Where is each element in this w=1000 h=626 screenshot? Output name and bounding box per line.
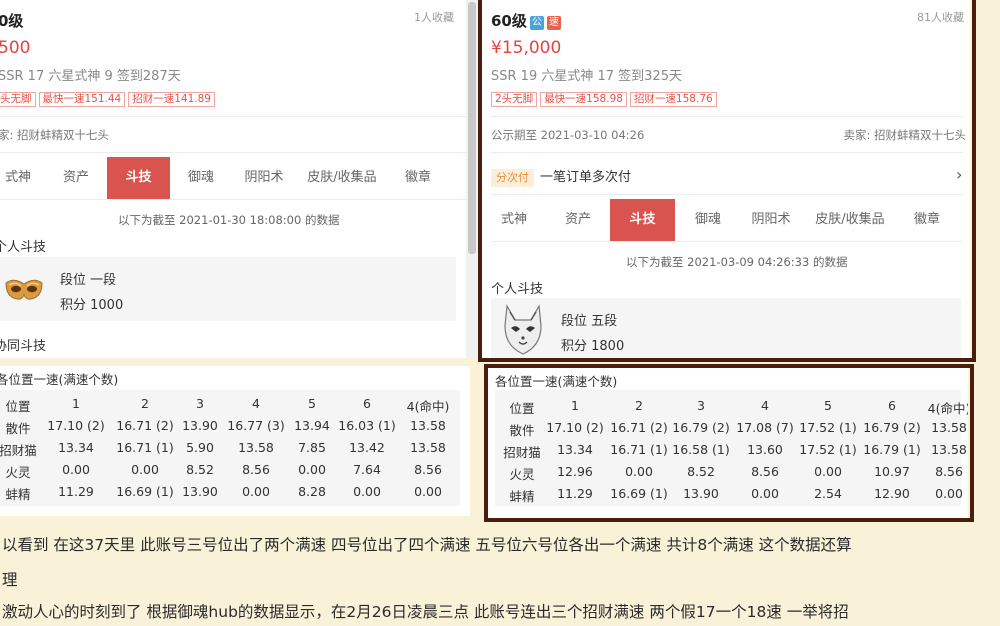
table-cell: 13.58	[410, 418, 446, 433]
speed-table-left: 各位置一速(满速个数) 位置 1 2 3 4 5 6 4(命中) 散件 17.10 (2) 16.7…	[0, 366, 470, 516]
tab-onmyodo[interactable]: 阴阳术	[233, 157, 295, 199]
highlight-frame	[484, 364, 974, 522]
team-pvp-heading: 协同斗技	[0, 339, 47, 354]
level-label: 0级	[0, 12, 24, 30]
data-timestamp: 以下为截至 2021-01-30 18:08:00 的数据	[118, 213, 340, 227]
article-line: 激动人心的时刻到了 根据御魂hub的数据显示，在2月26日凌晨三点 此账号连出三…	[2, 603, 849, 621]
scrollbar-thumb[interactable]	[468, 2, 476, 254]
tab-assets[interactable]: 资产	[48, 157, 104, 199]
listing-card-left[interactable]: 0级 1人收藏 500 SSR 17 六星式神 9 签到287天 头无脚 最快一速…	[0, 0, 466, 358]
article-line: 理	[2, 571, 18, 589]
scrollbar[interactable]	[466, 0, 478, 358]
article-line: 以看到 在这37天里 此账号三号位出了两个满速 四号位出了四个满速 五号位六号位…	[2, 536, 852, 554]
divider	[0, 199, 466, 200]
price: 500	[0, 38, 31, 58]
tab-badges[interactable]: 徽章	[388, 157, 448, 199]
account-stats: SSR 17 六星式神 9 签到287天	[0, 69, 181, 84]
tab-pvp[interactable]: 斗技	[107, 157, 170, 199]
divider	[0, 116, 466, 117]
favorites-count: 1人收藏	[414, 11, 454, 24]
table-cell: 8.56	[414, 462, 442, 477]
table-title: 各位置一速(满速个数)	[0, 372, 119, 387]
table-cell: 11.29	[58, 484, 94, 499]
highlight-frame	[478, 0, 976, 362]
tag: 头无脚	[0, 92, 36, 107]
personal-pvp-heading: 个人斗技	[0, 240, 47, 255]
golden-mask-icon	[5, 279, 43, 300]
table-cell: 0.00	[414, 484, 442, 499]
tab-shikigami[interactable]: 式神	[0, 157, 48, 199]
tab-bar: 式神 资产 斗技 御魂 阴阳术 皮肤/收集品 徽章	[0, 157, 466, 199]
divider	[0, 152, 466, 153]
tab-skins[interactable]: 皮肤/收集品	[296, 157, 388, 199]
table-cell: 13.58	[410, 440, 446, 455]
table-cell: 13.34	[58, 440, 94, 455]
tag: 最快一速151.44	[38, 92, 126, 107]
table-cell: 0.00	[62, 462, 90, 477]
tag-list: 头无脚 最快一速151.44 招财一速141.89	[0, 87, 218, 107]
points-label: 积分 1000	[60, 298, 124, 313]
table-cell: 17.10 (2)	[47, 418, 105, 433]
rank-label: 段位 一段	[60, 273, 117, 288]
table-body: 位置 1 2 3 4 5 6 4(命中) 散件 17.10 (2) 16.71 (2) 13.90 16…	[0, 390, 460, 506]
rank-panel: 段位 一段 积分 1000	[0, 257, 456, 321]
seller-label: 家: 招财蚌精双十七头	[0, 128, 110, 142]
table-header-cell: 1	[72, 396, 80, 411]
tag: 招财一速141.89	[128, 92, 215, 107]
table-header-cell: 4(命中)	[406, 399, 450, 414]
tab-yuhun[interactable]: 御魂	[172, 157, 230, 199]
